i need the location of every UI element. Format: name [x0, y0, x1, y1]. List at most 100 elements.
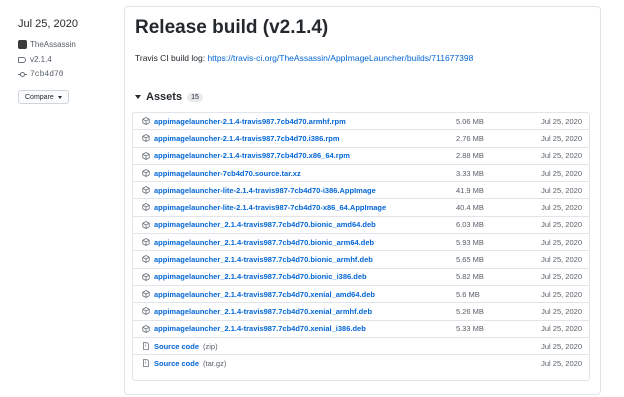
- source-code-row: Source code (tar.gz) Jul 25, 2020: [133, 355, 589, 372]
- chevron-down-icon: [57, 95, 62, 99]
- package-icon: [142, 272, 150, 281]
- asset-row: appimagelauncher-lite-2.1.4-travis987-7c…: [133, 182, 589, 200]
- package-icon: [142, 307, 150, 316]
- asset-date: Jul 25, 2020: [541, 359, 582, 369]
- package-icon: [142, 238, 150, 246]
- package-icon: [142, 134, 150, 143]
- asset-size: 5.82 MB: [456, 272, 484, 282]
- asset-link[interactable]: appimagelauncher_2.1.4-travis987.7cb4d70…: [154, 307, 372, 316]
- package-icon: [142, 290, 150, 298]
- asset-link[interactable]: appimagelauncher-lite-2.1.4-travis987-7c…: [154, 203, 386, 212]
- asset-link[interactable]: appimagelauncher_2.1.4-travis987.7cb4d70…: [154, 290, 375, 299]
- asset-date: Jul 25, 2020: [541, 185, 582, 195]
- asset-size: 40.4 MB: [456, 203, 484, 213]
- asset-size: 5.33 MB: [456, 324, 484, 334]
- file-zip-icon: [142, 359, 150, 368]
- release-title[interactable]: Release build (v2.1.4): [135, 17, 328, 39]
- compare-button[interactable]: Compare: [18, 90, 69, 104]
- assets-toggle[interactable]: Assets 15: [135, 91, 203, 103]
- package-icon: [142, 186, 150, 195]
- avatar: [18, 40, 27, 49]
- asset-size: 5.26 MB: [456, 306, 484, 316]
- asset-size: 5.6 MB: [456, 289, 480, 299]
- asset-size: 2.88 MB: [456, 151, 484, 161]
- package-icon: [142, 168, 150, 177]
- asset-date: Jul 25, 2020: [541, 255, 582, 265]
- asset-date: Jul 25, 2020: [541, 324, 582, 334]
- asset-link[interactable]: appimagelauncher-2.1.4-travis987.7cb4d70…: [154, 117, 346, 126]
- source-code-label[interactable]: Source code: [154, 342, 199, 351]
- asset-link[interactable]: appimagelauncher_2.1.4-travis987.7cb4d70…: [154, 238, 374, 247]
- asset-row: appimagelauncher_2.1.4-travis987.7cb4d70…: [133, 286, 589, 304]
- package-icon: [142, 151, 150, 160]
- asset-row: appimagelauncher-lite-2.1.4-travis987-7c…: [133, 199, 589, 217]
- asset-link[interactable]: appimagelauncher_2.1.4-travis987.7cb4d70…: [154, 255, 373, 264]
- asset-row: appimagelauncher_2.1.4-travis987.7cb4d70…: [133, 217, 589, 235]
- asset-date: Jul 25, 2020: [541, 237, 582, 247]
- asset-date: Jul 25, 2020: [541, 306, 582, 316]
- compare-label: Compare: [25, 93, 54, 101]
- asset-date: Jul 25, 2020: [541, 151, 582, 161]
- build-log-prefix: Travis CI build log:: [135, 53, 206, 63]
- author-row[interactable]: TheAssassin: [18, 38, 118, 51]
- package-icon: [142, 324, 150, 333]
- tag-icon: [18, 56, 26, 63]
- source-code-label[interactable]: Source code: [154, 359, 199, 368]
- triangle-down-icon: [135, 95, 141, 99]
- asset-row: appimagelauncher-2.1.4-travis987.7cb4d70…: [133, 130, 589, 148]
- tag-name[interactable]: v2.1.4: [30, 55, 52, 64]
- asset-link[interactable]: appimagelauncher_2.1.4-travis987.7cb4d70…: [154, 324, 366, 333]
- release-sidebar: Jul 25, 2020 TheAssassin v2.1.4 7cb4d70 …: [18, 18, 118, 104]
- commit-hash[interactable]: 7cb4d70: [30, 70, 64, 79]
- file-zip-icon: [142, 341, 150, 350]
- package-icon: [142, 117, 150, 125]
- asset-link[interactable]: appimagelauncher-lite-2.1.4-travis987-7c…: [154, 186, 376, 195]
- asset-link[interactable]: appimagelauncher-2.1.4-travis987.7cb4d70…: [154, 134, 340, 143]
- assets-list: appimagelauncher-2.1.4-travis987.7cb4d70…: [132, 112, 590, 381]
- commit-icon: [18, 70, 27, 79]
- source-code-link[interactable]: Source code (tar.gz): [154, 359, 226, 368]
- asset-size: 2.76 MB: [456, 133, 484, 143]
- asset-date: Jul 25, 2020: [541, 341, 582, 351]
- asset-date: Jul 25, 2020: [541, 133, 582, 143]
- asset-date: Jul 25, 2020: [541, 203, 582, 213]
- source-code-row: Source code (zip) Jul 25, 2020: [133, 338, 589, 356]
- asset-size: 3.33 MB: [456, 168, 484, 178]
- asset-date: Jul 25, 2020: [541, 289, 582, 299]
- asset-row: appimagelauncher_2.1.4-travis987.7cb4d70…: [133, 251, 589, 269]
- asset-date: Jul 25, 2020: [541, 220, 582, 230]
- asset-link[interactable]: appimagelauncher-2.1.4-travis987.7cb4d70…: [154, 151, 350, 160]
- commit-row[interactable]: 7cb4d70: [18, 68, 118, 81]
- source-code-format[interactable]: (zip): [203, 342, 218, 351]
- asset-link[interactable]: appimagelauncher_2.1.4-travis987.7cb4d70…: [154, 272, 367, 281]
- asset-date: Jul 25, 2020: [541, 116, 582, 126]
- assets-count-badge: 15: [187, 92, 203, 102]
- asset-row: appimagelauncher_2.1.4-travis987.7cb4d70…: [133, 321, 589, 338]
- asset-size: 5.93 MB: [456, 237, 484, 247]
- release-date: Jul 25, 2020: [18, 18, 78, 30]
- package-icon: [142, 220, 150, 229]
- asset-size: 6.03 MB: [456, 220, 484, 230]
- source-code-format[interactable]: (tar.gz): [203, 359, 226, 368]
- asset-row: appimagelauncher-7cb4d70.source.tar.xz 3.…: [133, 165, 589, 183]
- assets-label: Assets: [146, 91, 183, 103]
- asset-link[interactable]: appimagelauncher_2.1.4-travis987.7cb4d70…: [154, 220, 376, 229]
- asset-link[interactable]: appimagelauncher-7cb4d70.source.tar.xz: [154, 169, 301, 178]
- asset-size: 5.65 MB: [456, 255, 484, 265]
- asset-row: appimagelauncher-2.1.4-travis987.7cb4d70…: [133, 148, 589, 165]
- asset-row: appimagelauncher_2.1.4-travis987.7cb4d70…: [133, 269, 589, 286]
- author-name[interactable]: TheAssassin: [30, 40, 76, 49]
- build-log-line: Travis CI build log: https://travis-ci.o…: [135, 53, 473, 63]
- asset-row: appimagelauncher_2.1.4-travis987.7cb4d70…: [133, 303, 589, 321]
- asset-size: 41.9 MB: [456, 185, 484, 195]
- tag-row[interactable]: v2.1.4: [18, 53, 118, 66]
- asset-row: appimagelauncher-2.1.4-travis987.7cb4d70…: [133, 113, 589, 131]
- package-icon: [142, 255, 150, 264]
- asset-row: appimagelauncher_2.1.4-travis987.7cb4d70…: [133, 234, 589, 252]
- build-log-link[interactable]: https://travis-ci.org/TheAssassin/AppIma…: [207, 53, 473, 63]
- asset-date: Jul 25, 2020: [541, 272, 582, 282]
- source-code-link[interactable]: Source code (zip): [154, 342, 218, 351]
- release-panel: Release build (v2.1.4) Travis CI build l…: [124, 6, 601, 395]
- package-icon: [142, 203, 150, 212]
- asset-date: Jul 25, 2020: [541, 168, 582, 178]
